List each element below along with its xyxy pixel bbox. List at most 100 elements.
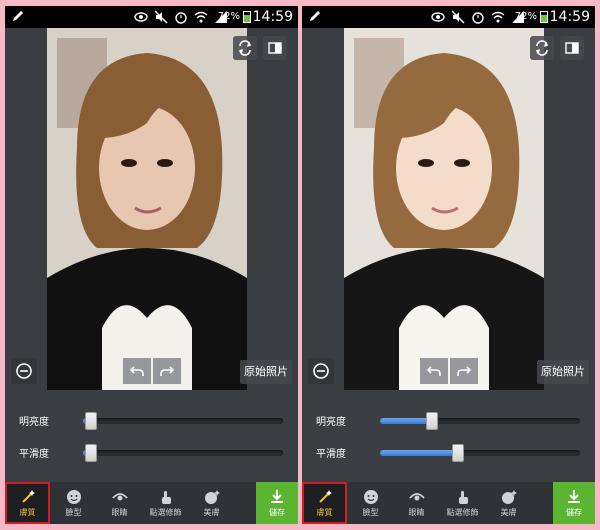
mute-icon — [154, 10, 168, 24]
brightness-slider[interactable] — [83, 412, 283, 430]
phone-screen-after: 72% 14:59 原始照片 明亮度 平滑度 膚質 臉型 眼睛 點選修飾 美膚 … — [302, 6, 595, 524]
brightness-label: 明亮度 — [316, 417, 346, 428]
face-sparkle-icon — [501, 489, 517, 504]
undo-icon — [426, 366, 441, 376]
undo-icon — [129, 366, 144, 376]
eye-icon — [408, 492, 425, 500]
tool-eyes[interactable]: 眼睛 — [97, 482, 142, 524]
smoothness-label: 平滑度 — [316, 449, 346, 460]
tool-skin[interactable]: 膚質 — [5, 482, 50, 524]
smoothness-slider-row: 平滑度 — [302, 442, 595, 462]
battery-percent: 72% — [514, 11, 537, 22]
save-button[interactable]: 儲存 — [256, 482, 298, 524]
tool-label: 臉型 — [65, 507, 82, 517]
face-detect-button[interactable] — [308, 358, 334, 384]
face-scan-icon — [313, 363, 329, 379]
tool-eyes[interactable]: 眼睛 — [394, 482, 439, 524]
tool-label: 點選修飾 — [446, 507, 479, 517]
adjustment-sliders: 明亮度 平滑度 — [302, 390, 595, 482]
battery-icon — [243, 11, 251, 23]
brightness-thumb[interactable] — [85, 412, 97, 430]
tool-face-shape[interactable]: 臉型 — [348, 482, 393, 524]
brightness-label: 明亮度 — [19, 417, 49, 428]
tap-hand-icon — [458, 490, 468, 504]
undo-button[interactable] — [123, 358, 151, 384]
tool-label: 美膚 — [203, 507, 220, 517]
smoothness-thumb[interactable] — [452, 444, 464, 462]
save-label: 儲存 — [269, 507, 285, 517]
eye-status-icon — [431, 12, 445, 22]
battery-icon — [540, 11, 548, 23]
smoothness-label: 平滑度 — [19, 449, 49, 460]
phone-screen-before: 72% 14:59 原始照片 明亮度 平滑度 膚質 臉型 眼睛 點選修飾 美膚 … — [5, 6, 298, 524]
redo-button[interactable] — [153, 358, 181, 384]
download-icon — [271, 489, 283, 503]
save-button[interactable]: 儲存 — [553, 482, 595, 524]
bottom-toolbar: 膚質 臉型 眼睛 點選修飾 美膚 儲存 — [5, 482, 298, 524]
tool-touch-retouch[interactable]: 點選修飾 — [143, 482, 188, 524]
status-bar: 72% 14:59 — [5, 6, 298, 28]
clock: 14:59 — [252, 9, 293, 25]
redo-icon — [160, 366, 175, 376]
split-view-button[interactable] — [263, 36, 287, 60]
refresh-icon — [239, 40, 251, 56]
tool-beauty-skin[interactable]: 美膚 — [486, 482, 531, 524]
undo-redo-group — [123, 358, 181, 384]
swap-compare-button[interactable] — [233, 36, 257, 60]
brightness-slider-row: 明亮度 — [5, 410, 298, 430]
redo-icon — [457, 366, 472, 376]
portrait-photo — [344, 28, 544, 390]
refresh-icon — [536, 40, 548, 56]
wifi-icon — [491, 11, 505, 23]
battery-percent: 72% — [217, 11, 240, 22]
tool-label: 膚質 — [19, 507, 36, 517]
split-view-button[interactable] — [560, 36, 584, 60]
bottom-toolbar: 膚質 臉型 眼睛 點選修飾 美膚 儲存 — [302, 482, 595, 524]
alarm-icon — [175, 12, 187, 24]
face-scan-icon — [16, 363, 32, 379]
smoothness-slider-row: 平滑度 — [5, 442, 298, 462]
pencil-icon — [13, 11, 23, 21]
magic-wand-icon — [318, 489, 332, 503]
tool-label: 美膚 — [500, 507, 517, 517]
mute-icon — [451, 10, 465, 24]
tool-label: 眼睛 — [111, 507, 128, 517]
magic-wand-icon — [21, 489, 35, 503]
portrait-photo — [47, 28, 247, 390]
tool-label: 臉型 — [362, 507, 379, 517]
original-photo-button[interactable]: 原始照片 — [537, 360, 589, 384]
tool-label: 膚質 — [316, 507, 333, 517]
original-photo-button[interactable]: 原始照片 — [240, 360, 292, 384]
face-sparkle-icon — [204, 489, 220, 504]
smoothness-slider[interactable] — [380, 444, 580, 462]
tap-hand-icon — [161, 490, 171, 504]
adjustment-sliders: 明亮度 平滑度 — [5, 390, 298, 482]
download-icon — [568, 489, 580, 503]
tool-label: 眼睛 — [408, 507, 425, 517]
smoothness-fill — [380, 450, 458, 456]
smoothness-slider[interactable] — [83, 444, 283, 462]
face-icon — [66, 489, 81, 504]
eye-status-icon — [134, 12, 148, 22]
undo-redo-group — [420, 358, 478, 384]
smoothness-thumb[interactable] — [85, 444, 97, 462]
tool-touch-retouch[interactable]: 點選修飾 — [440, 482, 485, 524]
wifi-icon — [194, 11, 208, 23]
tool-beauty-skin[interactable]: 美膚 — [189, 482, 234, 524]
status-bar: 72% 14:59 — [302, 6, 595, 28]
photo-area: 原始照片 — [302, 28, 595, 390]
brightness-slider[interactable] — [380, 412, 580, 430]
face-detect-button[interactable] — [11, 358, 37, 384]
tool-skin[interactable]: 膚質 — [302, 482, 347, 524]
eye-icon — [111, 492, 128, 500]
face-icon — [363, 489, 378, 504]
swap-compare-button[interactable] — [530, 36, 554, 60]
brightness-fill — [380, 418, 432, 424]
photo-area: 原始照片 — [5, 28, 298, 390]
save-label: 儲存 — [566, 507, 582, 517]
brightness-thumb[interactable] — [426, 412, 438, 430]
split-view-icon — [268, 42, 282, 54]
tool-face-shape[interactable]: 臉型 — [51, 482, 96, 524]
undo-button[interactable] — [420, 358, 448, 384]
redo-button[interactable] — [450, 358, 478, 384]
